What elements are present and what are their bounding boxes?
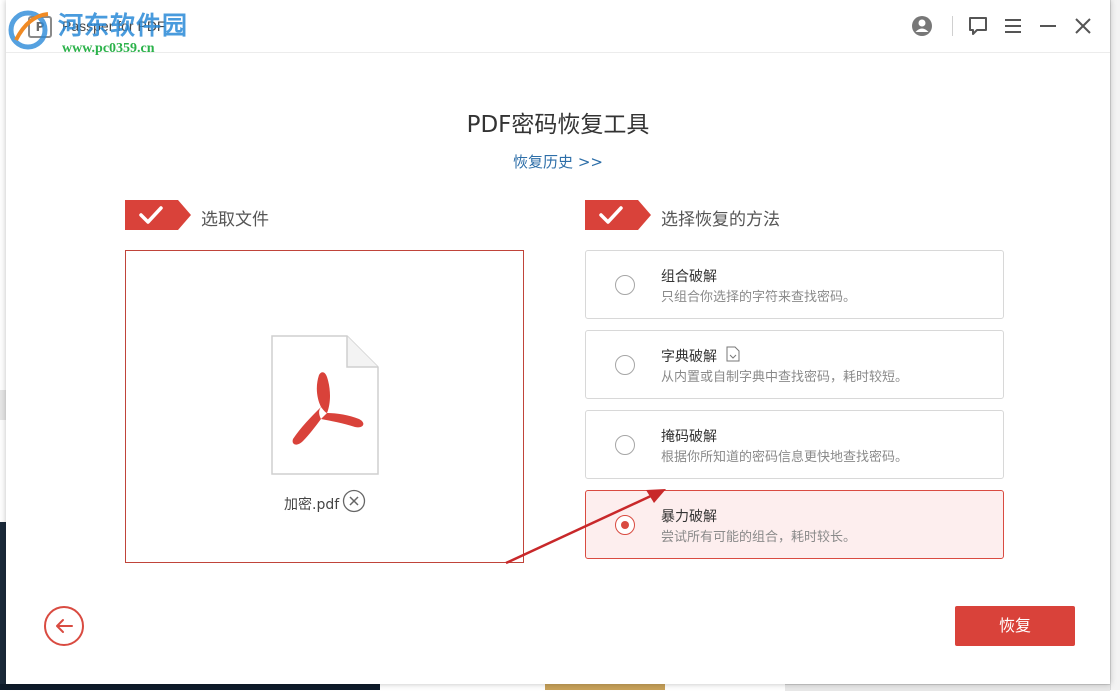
pdf-file-icon bbox=[271, 335, 379, 475]
title-bar: P Passper for PDF 河东软件园 www.pc0359.cn bbox=[6, 0, 1110, 56]
close-icon[interactable] bbox=[1071, 14, 1095, 38]
method-mask[interactable]: 掩码破解 根据你所知道的密码信息更快地查找密码。 bbox=[585, 410, 1004, 479]
menu-icon[interactable] bbox=[1001, 14, 1025, 38]
recovery-history-link-text[interactable]: 恢复历史 >> bbox=[513, 153, 603, 171]
step1-check-icon bbox=[125, 200, 191, 230]
back-arrow-icon bbox=[56, 619, 73, 633]
step1-label: 选取文件 bbox=[201, 210, 269, 230]
dictionary-file-icon[interactable] bbox=[726, 346, 740, 362]
method-combination[interactable]: 组合破解 只组合你选择的字符来查找密码。 bbox=[585, 250, 1004, 319]
method-description: 根据你所知道的密码信息更快地查找密码。 bbox=[661, 450, 909, 465]
minimize-icon[interactable] bbox=[1036, 14, 1060, 38]
method-title: 字典破解 bbox=[661, 349, 717, 365]
watermark-logo-icon bbox=[8, 10, 49, 50]
page-title: PDF密码恢复工具 bbox=[466, 112, 650, 138]
desktop-icon-fragment bbox=[545, 684, 665, 690]
file-drop-area[interactable]: 加密.pdf bbox=[125, 250, 524, 563]
method-title: 组合破解 bbox=[661, 269, 717, 285]
account-icon[interactable] bbox=[910, 14, 934, 38]
recover-button[interactable]: 恢复 bbox=[955, 606, 1075, 646]
method-brute-force[interactable]: 暴力破解 尝试所有可能的组合，耗时较长。 bbox=[585, 490, 1004, 559]
method-description: 从内置或自制字典中查找密码，耗时较短。 bbox=[661, 370, 909, 385]
method-description: 只组合你选择的字符来查找密码。 bbox=[661, 290, 857, 305]
watermark-site-name: 河东软件园 bbox=[58, 11, 189, 40]
app-window: P Passper for PDF 河东软件园 www.pc0359.cn PD… bbox=[6, 0, 1110, 684]
step2-check-icon bbox=[585, 200, 651, 230]
method-combination-radio[interactable] bbox=[615, 275, 635, 295]
back-button[interactable] bbox=[44, 606, 84, 646]
title-bar-divider bbox=[952, 16, 953, 36]
method-description: 尝试所有可能的组合，耗时较长。 bbox=[661, 530, 857, 545]
method-title: 掩码破解 bbox=[661, 429, 717, 445]
recovery-history-link[interactable]: 恢复历史 >> bbox=[6, 151, 1110, 172]
file-name: 加密.pdf bbox=[284, 497, 340, 513]
remove-file-icon[interactable] bbox=[342, 489, 366, 513]
desktop-taskbar-fragment bbox=[0, 684, 380, 690]
method-mask-radio[interactable] bbox=[615, 435, 635, 455]
method-brute-force-radio[interactable] bbox=[615, 515, 635, 535]
method-dictionary-radio[interactable] bbox=[615, 355, 635, 375]
step2-label: 选择恢复的方法 bbox=[661, 210, 780, 230]
method-dictionary[interactable]: 字典破解 从内置或自制字典中查找密码，耗时较短。 bbox=[585, 330, 1004, 399]
watermark-url: www.pc0359.cn bbox=[62, 41, 155, 56]
method-title: 暴力破解 bbox=[661, 509, 717, 525]
desktop-background-right bbox=[1110, 0, 1120, 690]
radio-selected-dot bbox=[621, 521, 629, 529]
feedback-icon[interactable] bbox=[966, 14, 990, 38]
